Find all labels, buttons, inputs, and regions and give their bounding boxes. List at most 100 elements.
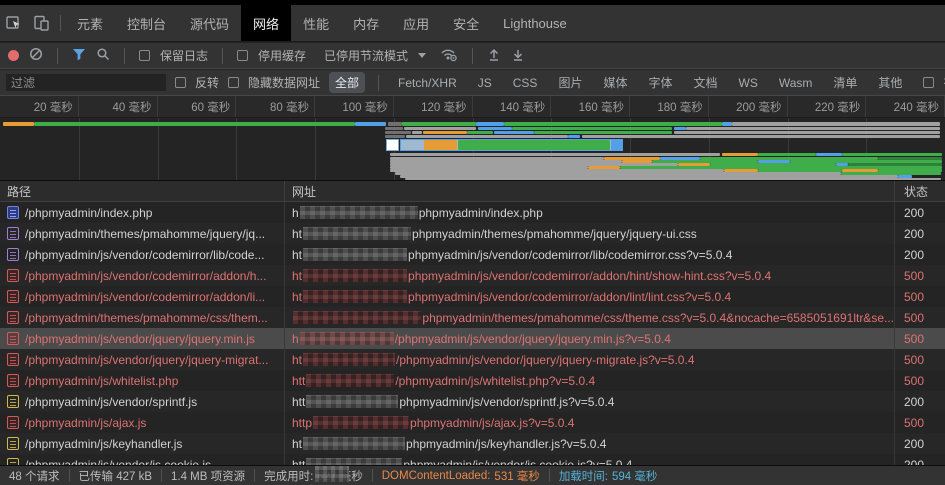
blocked-cookies-checkbox[interactable] [923, 77, 935, 88]
filter-type-fetch-xhr[interactable]: Fetch/XHR [392, 74, 463, 92]
request-url: phpmyadmin/js/vendor/codemirror/lib/code… [408, 247, 733, 262]
css-file-icon [7, 227, 19, 240]
export-har-icon[interactable] [511, 47, 525, 65]
request-row[interactable]: /phpmyadmin/themes/pmahomme/css/them... p… [0, 307, 945, 328]
waterfall-bar [568, 135, 580, 138]
request-row[interactable]: /phpmyadmin/js/vendor/codemirror/addon/h… [0, 265, 945, 286]
request-url: phpmyadmin/js/ajax.js?v=5.0.4 [410, 415, 575, 430]
url-prefix: h [292, 331, 299, 346]
tab-network[interactable]: 网络 [241, 5, 292, 41]
ruler-tick: 160 毫秒 [551, 96, 630, 117]
ruler-tick: 180 毫秒 [630, 96, 709, 117]
url-cell: http phpmyadmin/js/ajax.js?v=5.0.4 [285, 412, 895, 433]
filter-type--[interactable]: 文档 [687, 72, 723, 93]
clear-icon[interactable] [29, 47, 43, 64]
filter-type--[interactable]: 图片 [552, 72, 588, 93]
request-row[interactable]: /phpmyadmin/js/ajax.js http phpmyadmin/js/… [0, 412, 945, 433]
tab-security[interactable]: 安全 [441, 5, 491, 41]
request-row[interactable]: /phpmyadmin/js/vendor/js.cookie.js htt php… [0, 454, 945, 465]
url-prefix: ht [292, 289, 303, 304]
request-row[interactable]: /phpmyadmin/js/vendor/codemirror/lib/cod… [0, 244, 945, 265]
request-url: phpmyadmin/js/keyhandler.js?v=5.0.4 [406, 436, 607, 451]
waterfall-bar [674, 131, 940, 134]
filter-type-ws[interactable]: WS [733, 74, 764, 92]
path-cell: /phpmyadmin/js/vendor/codemirror/lib/cod… [0, 244, 285, 265]
path-cell: /phpmyadmin/js/vendor/sprintf.js [0, 391, 285, 412]
css-file-icon [7, 311, 19, 324]
column-header-path[interactable]: 路径 [0, 181, 285, 201]
filter-type-wasm[interactable]: Wasm [773, 74, 819, 92]
filter-input[interactable] [6, 74, 166, 91]
status-code: 500 [904, 373, 925, 388]
ruler-tick: 20 毫秒 [0, 96, 79, 117]
divider [124, 47, 125, 64]
filter-funnel-icon[interactable] [72, 48, 86, 64]
request-row[interactable]: /phpmyadmin/index.php h phpmyadmin/index.p… [0, 202, 945, 223]
css-file-icon [7, 248, 19, 261]
tab-performance[interactable]: 性能 [291, 5, 341, 41]
timeline-ruler: 20 毫秒 40 毫秒 60 毫秒 80 毫秒 100 毫秒 120 毫秒 140 毫秒 16… [0, 96, 945, 118]
url-cell: phpmyadmin/themes/pmahomme/css/theme.css… [285, 307, 895, 328]
column-header-url[interactable]: 网址 [285, 181, 895, 201]
divider [57, 47, 58, 64]
censored-host-block [303, 290, 408, 303]
request-row[interactable]: /phpmyadmin/js/vendor/codemirror/addon/l… [0, 286, 945, 307]
ruler-tick: 140 毫秒 [473, 96, 552, 117]
network-overview[interactable] [0, 118, 945, 181]
preserve-log-checkbox[interactable] [139, 50, 150, 61]
network-conditions-icon[interactable] [440, 47, 458, 65]
status-code: 500 [904, 352, 925, 367]
filter-type--[interactable]: 其他 [872, 72, 908, 93]
request-row[interactable]: /phpmyadmin/js/vendor/sprintf.js htt phpmy… [0, 391, 945, 412]
url-cell: ht phpmyadmin/js/keyhandler.js?v=5.0.4 [285, 433, 895, 454]
url-cell: ht phpmyadmin/js/vendor/codemirror/addon/… [285, 265, 895, 286]
overview-gridline [236, 118, 238, 180]
request-path: /phpmyadmin/js/vendor/js.cookie.js [25, 457, 212, 466]
device-toolbar-icon[interactable] [33, 15, 50, 31]
request-row[interactable]: /phpmyadmin/js/whitelist.php htt/phpmyadm… [0, 370, 945, 391]
inspect-cursor-icon[interactable] [6, 15, 23, 31]
hide-data-urls-checkbox[interactable] [228, 77, 240, 88]
filter-type--[interactable]: 媒体 [597, 72, 633, 93]
record-icon[interactable] [8, 50, 19, 61]
ruler-tick: 40 毫秒 [79, 96, 158, 117]
path-cell: /phpmyadmin/js/vendor/codemirror/addon/l… [0, 286, 285, 307]
request-row[interactable]: /phpmyadmin/js/vendor/jquery/jquery.min.… [0, 328, 945, 349]
tab-sources[interactable]: 源代码 [178, 5, 241, 41]
search-icon[interactable] [96, 47, 110, 64]
censored-host-block [293, 311, 422, 324]
tab-console[interactable]: 控制台 [115, 5, 178, 41]
path-cell: /phpmyadmin/themes/pmahomme/jquery/jq... [0, 223, 285, 244]
waterfall-bar [385, 131, 411, 134]
overview-gridline [157, 118, 159, 180]
request-row[interactable]: /phpmyadmin/themes/pmahomme/jquery/jq...… [0, 223, 945, 244]
status-cell: 500 [895, 265, 945, 286]
request-row[interactable]: /phpmyadmin/js/keyhandler.js ht phpmyadmin… [0, 433, 945, 454]
url-prefix: ht [292, 247, 303, 262]
throttling-select[interactable]: 已停用节流模式 [324, 47, 408, 64]
tab-elements[interactable]: 元素 [65, 5, 115, 41]
tabbar-icons [0, 5, 56, 41]
censored-host-block [299, 206, 418, 219]
tab-application[interactable]: 应用 [391, 5, 441, 41]
column-header-status[interactable]: 状态 [895, 181, 945, 201]
filter-type--[interactable]: 清单 [827, 72, 863, 93]
filter-type-js[interactable]: JS [472, 74, 498, 92]
censored-host-block [299, 332, 394, 345]
import-har-icon[interactable] [487, 47, 501, 65]
resource-size: 1.4 MB 项资源 [162, 469, 256, 483]
filter-type--[interactable]: 字体 [642, 72, 678, 93]
url-prefix: ht [292, 352, 303, 367]
disable-cache-checkbox[interactable] [237, 50, 249, 61]
waterfall-bar [758, 153, 816, 156]
censored-host-block [306, 374, 395, 387]
tab-lighthouse[interactable]: Lighthouse [491, 5, 579, 41]
url-prefix: ht [292, 268, 303, 283]
request-row[interactable]: /phpmyadmin/js/vendor/jquery/jquery-migr… [0, 349, 945, 370]
invert-checkbox[interactable] [175, 77, 186, 88]
filter-type--[interactable]: 全部 [329, 72, 366, 93]
filter-type-css[interactable]: CSS [507, 74, 544, 92]
status-code: 200 [904, 226, 925, 241]
chevron-down-icon[interactable] [418, 53, 427, 58]
tab-memory[interactable]: 内存 [341, 5, 391, 41]
